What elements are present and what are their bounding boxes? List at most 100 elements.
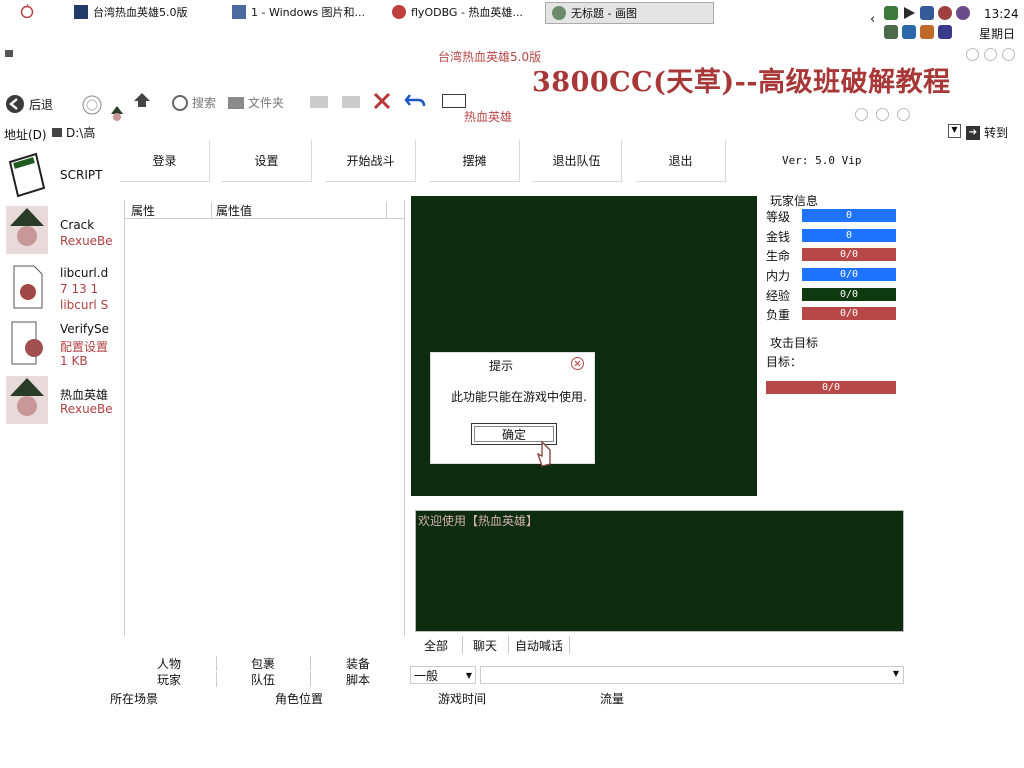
stat-label-level: 等级 — [766, 210, 791, 224]
goto-button[interactable]: ➔ 转到 — [966, 124, 1008, 141]
character-avatar-icon — [6, 206, 48, 254]
settings-button[interactable]: 设置 — [222, 140, 312, 182]
start-apple-icon[interactable] — [20, 3, 34, 19]
character-avatar-icon — [6, 376, 48, 424]
task-paint[interactable]: 无标题 - 画图 — [545, 2, 714, 24]
config-file-icon — [11, 321, 43, 365]
property-list[interactable] — [124, 200, 405, 636]
tray-user-icon[interactable] — [938, 6, 952, 20]
stall-button[interactable]: 摆摊 — [430, 140, 520, 182]
forward-button[interactable] — [82, 95, 102, 118]
task-rexue[interactable]: 台湾热血英雄5.0版 — [74, 2, 188, 22]
stat-bar-money: 0 — [802, 229, 896, 242]
debugger-bug-icon — [392, 5, 406, 19]
tray-expand-icon[interactable]: ‹ — [870, 12, 875, 27]
app-minimize-button[interactable] — [855, 108, 868, 121]
log-tab-chat[interactable]: 聊天 — [462, 636, 507, 654]
watermark-title: 3800CC(天草)--高级班破解教程 — [532, 67, 951, 98]
app-maximize-button[interactable] — [876, 108, 889, 121]
script-file-icon — [8, 152, 46, 198]
explorer-close-button[interactable] — [1002, 48, 1015, 61]
chat-dropdown-icon[interactable]: ▼ — [893, 669, 899, 678]
explorer-system-icon[interactable] — [4, 47, 14, 57]
tab-character[interactable]: 人物 — [124, 656, 214, 671]
log-tab-all[interactable]: 全部 — [412, 636, 460, 654]
clock-time: 13:24 — [984, 7, 1019, 21]
stat-label-hp: 生命 — [766, 249, 791, 263]
mouse-cursor-icon — [532, 440, 556, 473]
stat-bar-hp: 0/0 — [802, 248, 896, 261]
stat-label-mp: 内力 — [766, 269, 791, 283]
app-close-button[interactable] — [897, 108, 910, 121]
stat-bar-level: 0 — [802, 209, 896, 222]
tray-app-icon[interactable] — [920, 25, 934, 39]
folder-small-icon — [52, 127, 62, 137]
folders-button[interactable]: 文件夹 — [228, 94, 284, 111]
leave-team-button[interactable]: 退出队伍 — [532, 140, 622, 182]
tray-chart-icon[interactable] — [884, 25, 898, 39]
version-label: Ver: 5.0 Vip — [782, 154, 862, 167]
channel-select[interactable]: 一般 ▼ — [410, 666, 476, 684]
tab-script[interactable]: 脚本 — [310, 672, 405, 687]
close-icon — [574, 360, 581, 367]
tab-bag[interactable]: 包裹 — [216, 656, 309, 671]
tray-play-icon[interactable] — [902, 6, 916, 20]
status-position: 角色位置 — [275, 692, 324, 706]
up-folder-button[interactable] — [133, 92, 151, 111]
delete-x-icon[interactable] — [372, 92, 392, 113]
copy-to-icon[interactable] — [342, 96, 360, 108]
address-bar[interactable]: D:\高 — [52, 122, 122, 142]
target-label: 目标： — [766, 355, 803, 369]
goto-arrow-icon: ➔ — [966, 125, 980, 140]
search-button[interactable]: 搜索 — [172, 94, 216, 111]
dialog-message: 此功能只能在游戏中使用. — [451, 390, 587, 404]
start-battle-button[interactable]: 开始战斗 — [326, 140, 416, 182]
undo-icon[interactable] — [404, 92, 426, 113]
tab-players[interactable]: 玩家 — [124, 672, 214, 687]
log-area[interactable]: 欢迎使用【热血英雄】 — [415, 510, 904, 632]
tray-k-icon[interactable] — [938, 25, 952, 39]
paint-icon — [552, 6, 566, 20]
login-button[interactable]: 登录 — [120, 140, 210, 182]
file-item-rexue[interactable]: 热血英雄 RexueBe — [6, 376, 116, 426]
file-item-libcurl[interactable]: libcurl.d 7 13 1 libcurl S — [6, 262, 116, 312]
address-dropdown-icon[interactable]: ▼ — [948, 124, 961, 138]
app-window-icon — [74, 5, 88, 19]
log-welcome-text: 欢迎使用【热血英雄】 — [418, 514, 539, 528]
tray-shield-icon[interactable] — [920, 6, 934, 20]
dll-gear-icon — [13, 265, 43, 309]
tray-volume-icon[interactable] — [956, 6, 970, 20]
log-tab-auto-shout[interactable]: 自动喊话 — [508, 636, 570, 654]
tray-network-icon[interactable] — [884, 6, 898, 20]
taskbar: 台湾热血英雄5.0版 1 - Windows 图片和... flyODBG - … — [0, 0, 1024, 44]
chevron-down-icon: ▼ — [465, 670, 472, 680]
tab-team[interactable]: 队伍 — [216, 672, 309, 687]
dialog-title: 提示 — [489, 359, 514, 373]
column-header-property[interactable]: 属性 — [125, 202, 212, 218]
search-icon — [172, 94, 188, 111]
forward-arrow-icon — [82, 95, 102, 115]
task-windows-photos[interactable]: 1 - Windows 图片和... — [232, 2, 365, 22]
file-item-verifyset[interactable]: VerifySe 配置设置 1 KB — [6, 318, 116, 368]
file-item-script[interactable]: SCRIPT — [6, 152, 116, 202]
tray-sync-icon[interactable] — [902, 25, 916, 39]
exit-button[interactable]: 退出 — [636, 140, 726, 182]
stat-bar-weight: 0/0 — [802, 307, 896, 320]
stat-label-money: 金钱 — [766, 230, 791, 244]
explorer-maximize-button[interactable] — [984, 48, 997, 61]
views-icon[interactable] — [442, 94, 466, 108]
back-button[interactable]: 后退 — [5, 94, 53, 114]
column-header-value[interactable]: 属性值 — [212, 202, 387, 218]
target-hp-bar: 0/0 — [766, 381, 896, 394]
status-traffic: 流量 — [600, 692, 625, 706]
attack-target-title: 攻击目标 — [770, 336, 819, 350]
task-flyodbg[interactable]: flyODBG - 热血英雄... — [392, 2, 523, 22]
move-to-icon[interactable] — [310, 96, 328, 108]
status-scene: 所在场景 — [110, 692, 159, 706]
tab-equipment[interactable]: 装备 — [310, 656, 405, 671]
app-avatar-icon — [110, 106, 124, 122]
dialog-close-button[interactable] — [571, 357, 584, 370]
explorer-minimize-button[interactable] — [966, 48, 979, 61]
chat-input[interactable]: ▼ — [480, 666, 904, 684]
file-item-crack[interactable]: Crack RexueBe — [6, 206, 116, 256]
